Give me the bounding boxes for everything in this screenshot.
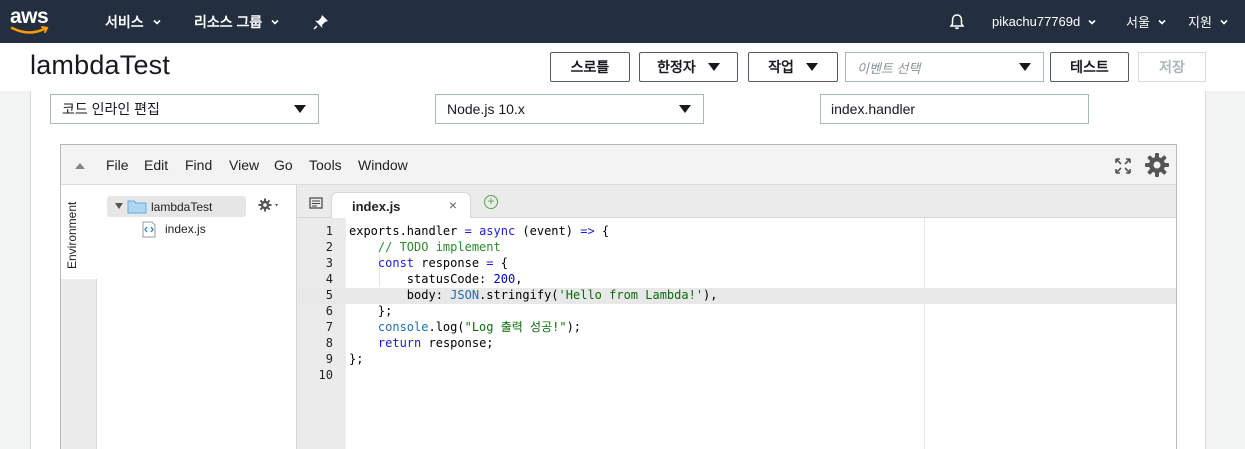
region-label: 서울 bbox=[1126, 15, 1150, 30]
cloud9-editor: File Edit Find View Go Tools Window Envi… bbox=[60, 144, 1177, 449]
tree-settings-gear-icon[interactable] bbox=[258, 198, 282, 212]
menu-go[interactable]: Go bbox=[274, 157, 293, 173]
services-menu[interactable]: 서비스 bbox=[105, 0, 161, 43]
code-entry-type-value: 코드 인라인 편집 bbox=[62, 101, 160, 117]
tree-root-label: lambdaTest bbox=[151, 200, 213, 214]
resource-groups-menu[interactable]: 리소스 그룹 bbox=[194, 0, 279, 43]
line-number: 9 bbox=[325, 352, 333, 366]
code-line: // TODO implement bbox=[377, 240, 501, 254]
top-navigation-bar: aws 서비스 리소스 그룹 pikachu77769d 서울 지원 bbox=[0, 0, 1245, 43]
add-tab-icon[interactable]: + bbox=[484, 195, 498, 209]
runtime-select[interactable]: Node.js 10.x bbox=[435, 94, 704, 124]
resource-groups-label: 리소스 그룹 bbox=[194, 13, 263, 30]
region-menu[interactable]: 서울 bbox=[1126, 0, 1166, 43]
actions-dropdown[interactable]: 작업 bbox=[748, 52, 838, 82]
chevron-down-icon bbox=[153, 19, 161, 25]
environment-strip: Environment bbox=[61, 185, 97, 449]
pin-icon bbox=[313, 14, 328, 30]
line-number: 2 bbox=[325, 240, 333, 254]
code-line: statusCode: 200, bbox=[349, 272, 523, 286]
handler-input[interactable] bbox=[820, 94, 1089, 124]
runtime-value: Node.js 10.x bbox=[447, 101, 525, 117]
aws-logo-text: aws bbox=[10, 5, 49, 28]
bell-icon bbox=[949, 13, 965, 29]
line-number: 5 bbox=[325, 288, 333, 302]
line-number: 7 bbox=[325, 320, 333, 334]
line-number: 6 bbox=[325, 304, 333, 318]
support-menu[interactable]: 지원 bbox=[1188, 0, 1228, 43]
menu-view[interactable]: View bbox=[229, 157, 259, 173]
code-line: body: JSON.stringify('Hello from Lambda!… bbox=[349, 288, 718, 302]
line-number: 4 bbox=[325, 272, 333, 286]
username-label: pikachu77769d bbox=[992, 14, 1081, 29]
dropdown-arrow-icon bbox=[679, 105, 691, 113]
tree-root-folder[interactable]: lambdaTest bbox=[107, 196, 246, 217]
tab-label: index.js bbox=[352, 199, 401, 214]
chevron-down-icon bbox=[271, 19, 279, 25]
save-button[interactable]: 저장 bbox=[1138, 52, 1206, 82]
support-label: 지원 bbox=[1188, 15, 1212, 30]
folder-icon bbox=[127, 200, 147, 214]
line-number: 3 bbox=[325, 256, 333, 270]
print-margin bbox=[924, 218, 925, 449]
close-icon[interactable]: × bbox=[449, 197, 457, 213]
code-entry-type-select[interactable]: 코드 인라인 편집 bbox=[50, 94, 319, 124]
js-file-icon bbox=[142, 221, 156, 238]
code-line: exports.handler = async (event) => { bbox=[349, 224, 610, 238]
notifications-button[interactable] bbox=[948, 0, 966, 43]
pin-button[interactable] bbox=[313, 0, 329, 43]
tree-file-label: index.js bbox=[165, 222, 206, 236]
test-label: 테스트 bbox=[1070, 59, 1109, 75]
code-line: return response; bbox=[377, 336, 494, 350]
qualifiers-dropdown[interactable]: 한정자 bbox=[639, 52, 738, 82]
code-line: const response = { bbox=[377, 256, 508, 270]
save-label: 저장 bbox=[1159, 59, 1185, 75]
collapse-menu-icon[interactable] bbox=[75, 163, 85, 169]
ide-menu-bar: File Edit Find View Go Tools Window bbox=[61, 145, 1176, 185]
environment-tab[interactable]: Environment bbox=[61, 185, 97, 279]
throttle-button[interactable]: 스로틀 bbox=[550, 52, 630, 82]
file-tree: lambdaTest index.js bbox=[97, 185, 297, 449]
line-number: 10 bbox=[318, 368, 333, 382]
expand-arrow-icon[interactable] bbox=[115, 203, 123, 209]
event-select-placeholder: 이벤트 선택 bbox=[857, 60, 921, 76]
line-number: 8 bbox=[325, 336, 333, 350]
menu-file[interactable]: File bbox=[106, 157, 129, 173]
page-title: lambdaTest bbox=[30, 50, 171, 80]
editor-tab-bar: index.js × + bbox=[297, 185, 1176, 219]
chevron-down-icon bbox=[1088, 19, 1096, 25]
environment-label: Environment bbox=[65, 201, 79, 269]
test-button[interactable]: 테스트 bbox=[1050, 52, 1129, 82]
gear-icon[interactable] bbox=[1144, 152, 1170, 178]
code-line: console.log("Log 출력 성공!"); bbox=[377, 320, 582, 334]
dropdown-arrow-icon bbox=[707, 63, 720, 71]
menu-find[interactable]: Find bbox=[185, 157, 212, 173]
menu-edit[interactable]: Edit bbox=[144, 157, 168, 173]
line-number: 1 bbox=[325, 224, 333, 238]
throttle-label: 스로틀 bbox=[570, 59, 610, 75]
menu-tools[interactable]: Tools bbox=[309, 157, 342, 173]
tab-index-js[interactable]: index.js × bbox=[331, 192, 471, 219]
chevron-down-icon bbox=[1220, 19, 1228, 25]
tab-menu-icon[interactable] bbox=[309, 197, 323, 209]
qualifiers-label: 한정자 bbox=[657, 59, 696, 75]
chevron-down-icon bbox=[1158, 19, 1166, 25]
dropdown-arrow-icon bbox=[1019, 63, 1031, 71]
actions-label: 작업 bbox=[768, 59, 794, 75]
test-event-select[interactable]: 이벤트 선택 bbox=[845, 52, 1044, 82]
services-label: 서비스 bbox=[105, 13, 144, 30]
tree-file-item[interactable]: index.js bbox=[141, 221, 206, 239]
fullscreen-icon[interactable] bbox=[1114, 157, 1132, 175]
aws-logo[interactable]: aws bbox=[10, 5, 56, 37]
code-line: }; bbox=[349, 304, 393, 318]
dropdown-arrow-icon bbox=[805, 63, 818, 71]
dropdown-arrow-icon bbox=[294, 105, 306, 113]
code-editor: index.js × + 1 2 3 4 5 6 7 8 9 10 export… bbox=[297, 185, 1176, 449]
code-line: }; bbox=[349, 352, 364, 366]
menu-window[interactable]: Window bbox=[358, 157, 408, 173]
account-menu[interactable]: pikachu77769d bbox=[992, 0, 1096, 43]
